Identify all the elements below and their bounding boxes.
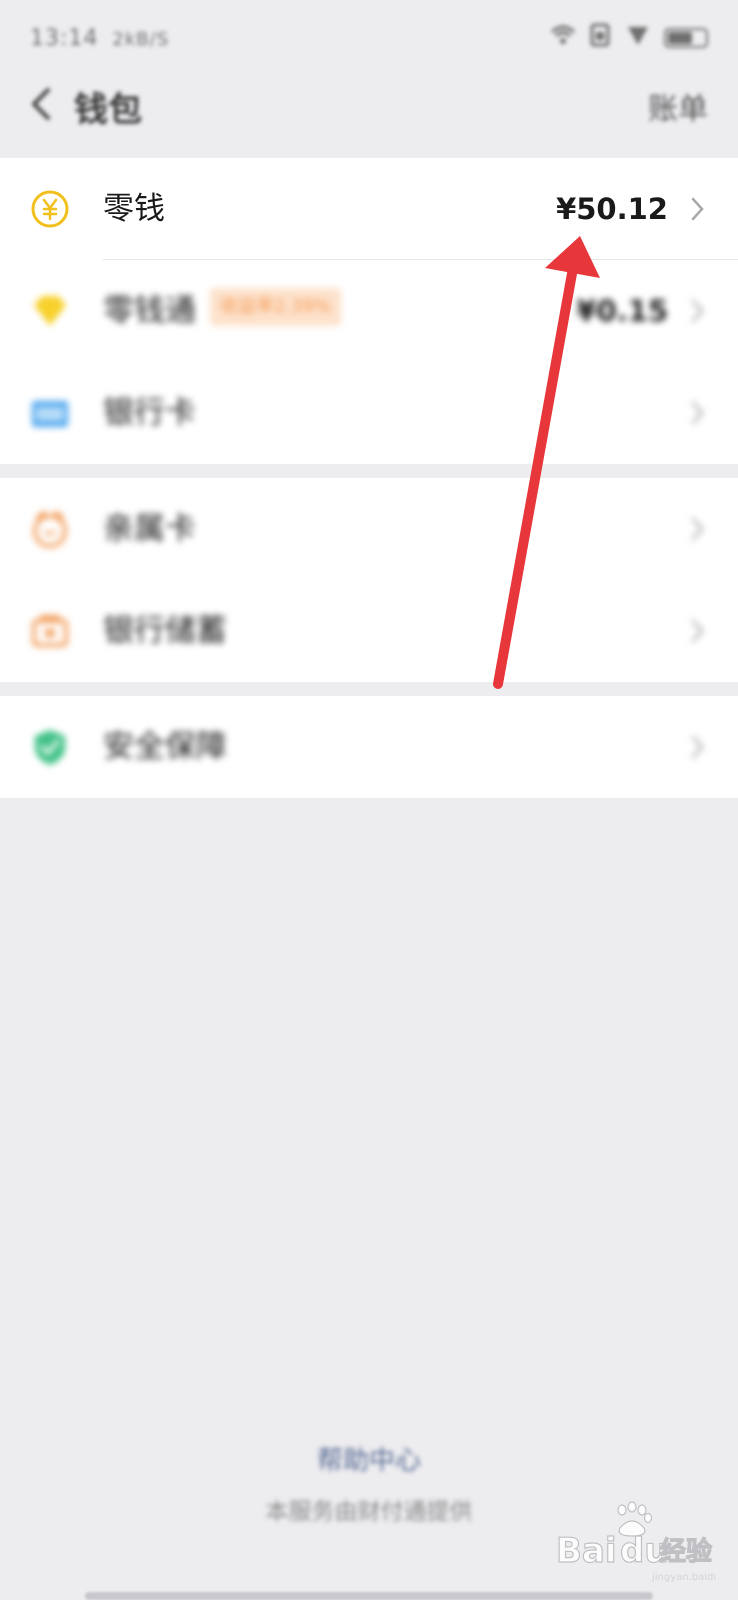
wallet-group-security: 安全保障: [0, 696, 738, 798]
wallet-group-family: 亲属卡 银行储蓄: [0, 478, 738, 682]
battery-icon: [664, 28, 708, 48]
nav-bar: 钱包 账单: [0, 64, 738, 148]
shield-check-icon: [30, 727, 70, 767]
family-card-icon: [30, 509, 70, 549]
chevron-right-icon: [690, 515, 706, 543]
list-item-label: 银行储蓄: [103, 613, 227, 649]
list-item-label: 银行卡: [103, 395, 196, 431]
list-item-security[interactable]: 安全保障: [0, 696, 738, 798]
list-item-label: 安全保障: [103, 729, 227, 765]
yuan-coin-icon: [30, 189, 70, 229]
list-item-bank-savings[interactable]: 银行储蓄: [0, 580, 738, 682]
bank-card-icon: [30, 393, 70, 433]
wallet-group-main: 零钱 ¥50.12 零钱通 收益率2.39% ¥0.15 银行卡: [0, 158, 738, 464]
chevron-right-icon: [690, 399, 706, 427]
bills-button[interactable]: 账单: [648, 84, 708, 128]
sim-icon: [590, 23, 612, 53]
home-indicator[interactable]: [85, 1592, 653, 1600]
yield-rate-badge: 收益率2.39%: [210, 288, 342, 326]
list-item-lingqiantong[interactable]: 零钱通 收益率2.39% ¥0.15: [0, 260, 738, 362]
svg-text:Bai: Bai: [556, 1531, 617, 1571]
status-icons: [550, 23, 708, 53]
chevron-left-icon[interactable]: [22, 82, 66, 126]
list-item-label: 亲属卡: [103, 511, 196, 547]
list-item-label: 零钱通: [103, 293, 196, 329]
chevron-right-icon: [690, 733, 706, 761]
diamond-icon: [30, 291, 70, 331]
balance-value: ¥50.12: [556, 192, 668, 226]
baidu-jingyan-watermark: Bai du 经验 jingyan.baidu.com: [555, 1498, 738, 1583]
svg-text:经验: 经验: [660, 1536, 712, 1567]
lingqiantong-value: ¥0.15: [576, 294, 668, 328]
list-item-bank-card[interactable]: 银行卡: [0, 362, 738, 464]
watermark-url: jingyan.baidu.com: [651, 1572, 716, 1582]
wifi-icon: [550, 24, 576, 52]
list-item-change[interactable]: 零钱 ¥50.12: [0, 158, 738, 260]
list-item-family-card[interactable]: 亲属卡: [0, 478, 738, 580]
status-left: 13:14 2kB/S: [30, 26, 169, 51]
help-center-link[interactable]: 帮助中心: [0, 1440, 738, 1477]
chevron-right-icon: [690, 617, 706, 645]
network-speed: 2kB/S: [112, 28, 170, 50]
status-time: 13:14: [30, 25, 99, 51]
page-title: 钱包: [74, 90, 142, 130]
list-item-label: 零钱: [103, 191, 165, 227]
chevron-right-icon: [690, 297, 706, 325]
chevron-right-icon: [690, 195, 706, 223]
savings-icon: [30, 611, 70, 651]
signal-icon: [626, 23, 650, 53]
